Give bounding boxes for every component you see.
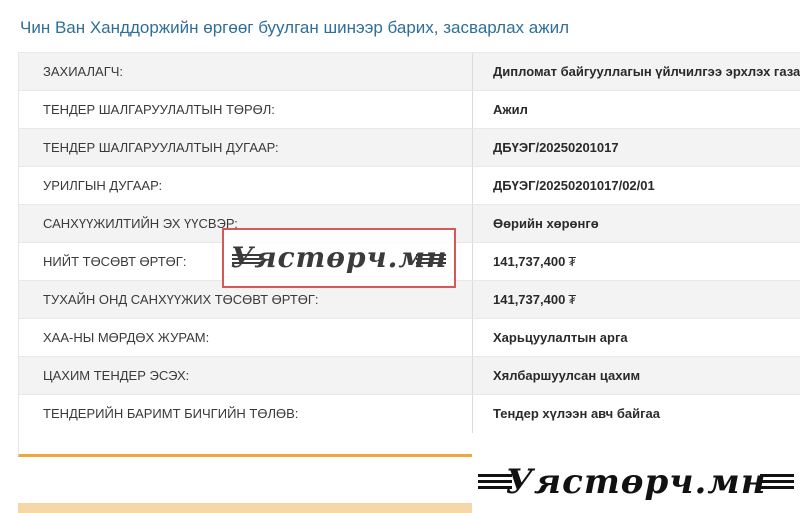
detail-label: НИЙТ ТӨСӨВТ ӨРТӨГ: <box>43 254 187 269</box>
detail-label: ТЕНДЕР ШАЛГАРУУЛАЛТЫН ДУГААР: <box>43 140 279 155</box>
detail-value: ДБҮЭГ/20250201017/02/01 <box>493 178 655 193</box>
detail-value: Хялбаршуулсан цахим <box>493 368 641 383</box>
detail-label: ЗАХИАЛАГЧ: <box>43 64 124 79</box>
column-divider <box>472 243 473 281</box>
detail-value: Тендер хүлээн авч байгаа <box>493 406 660 421</box>
detail-row-tender-type: ТЕНДЕР ШАЛГАРУУЛАЛТЫН ТӨРӨЛ: Ажил <box>19 90 800 129</box>
detail-value: 141,737,400 ₮ <box>493 281 576 319</box>
detail-value: Ажил <box>493 102 528 117</box>
column-divider <box>472 281 473 319</box>
page-title: Чин Ван Ханддоржийн өргөөг буулган шинээ… <box>20 18 569 37</box>
detail-value: 141,737,400 ₮ <box>493 243 576 281</box>
amount-text: 141,737,400 <box>493 254 566 269</box>
detail-row-customer: ЗАХИАЛАГЧ: Дипломат байгууллагын үйлчилг… <box>19 52 800 91</box>
detail-label: ХАА-НЫ МӨРДӨХ ЖУРАМ: <box>43 330 210 345</box>
column-divider <box>472 395 473 433</box>
detail-value: ДБҮЭГ/20250201017 <box>493 140 619 155</box>
corner-watermark-text: Уястөрч.мн <box>505 462 767 502</box>
detail-label: УРИЛГЫН ДУГААР: <box>43 178 163 193</box>
amount-text: 141,737,400 <box>493 292 566 307</box>
detail-row-invitation-number: УРИЛГЫН ДУГААР: ДБҮЭГ/20250201017/02/01 <box>19 166 800 205</box>
column-divider <box>472 167 473 205</box>
tugrik-sign: ₮ <box>568 292 577 307</box>
watermark-bars-icon <box>760 474 794 492</box>
detail-row-document-status: ТЕНДЕРИЙН БАРИМТ БИЧГИЙН ТӨЛӨВ: Тендер х… <box>19 394 800 433</box>
footer-accent-strip <box>18 503 472 513</box>
watermark-logo: Уястөрч.мн <box>222 228 456 288</box>
detail-value: Харьцуулалтын арга <box>493 330 628 345</box>
detail-value: Өөрийн хөрөнгө <box>493 216 599 231</box>
detail-row-tender-number: ТЕНДЕР ШАЛГАРУУЛАЛТЫН ДУГААР: ДБҮЭГ/2025… <box>19 128 800 167</box>
detail-row-procurement-rule: ХАА-НЫ МӨРДӨХ ЖУРАМ: Харьцуулалтын арга <box>19 318 800 357</box>
watermark-bars-icon <box>416 254 446 264</box>
column-divider <box>472 205 473 243</box>
detail-label: САНХҮҮЖИЛТИЙН ЭХ ҮҮСВЭР: <box>43 216 238 231</box>
column-divider <box>472 129 473 167</box>
corner-watermark-logo: Уястөрч.мн <box>472 454 800 513</box>
column-divider <box>472 319 473 357</box>
column-divider <box>472 91 473 129</box>
column-divider <box>472 357 473 395</box>
detail-row-e-tender: ЦАХИМ ТЕНДЕР ЭСЭХ: Хялбаршуулсан цахим <box>19 356 800 395</box>
column-divider <box>472 53 473 91</box>
detail-value: Дипломат байгууллагын үйлчилгээ эрхлэх г… <box>493 64 800 79</box>
detail-label: ЦАХИМ ТЕНДЕР ЭСЭХ: <box>43 368 190 383</box>
detail-label: ТЕНДЕР ШАЛГАРУУЛАЛТЫН ТӨРӨЛ: <box>43 102 275 117</box>
tugrik-sign: ₮ <box>568 254 577 269</box>
detail-label: ТЕНДЕРИЙН БАРИМТ БИЧГИЙН ТӨЛӨВ: <box>43 406 299 421</box>
